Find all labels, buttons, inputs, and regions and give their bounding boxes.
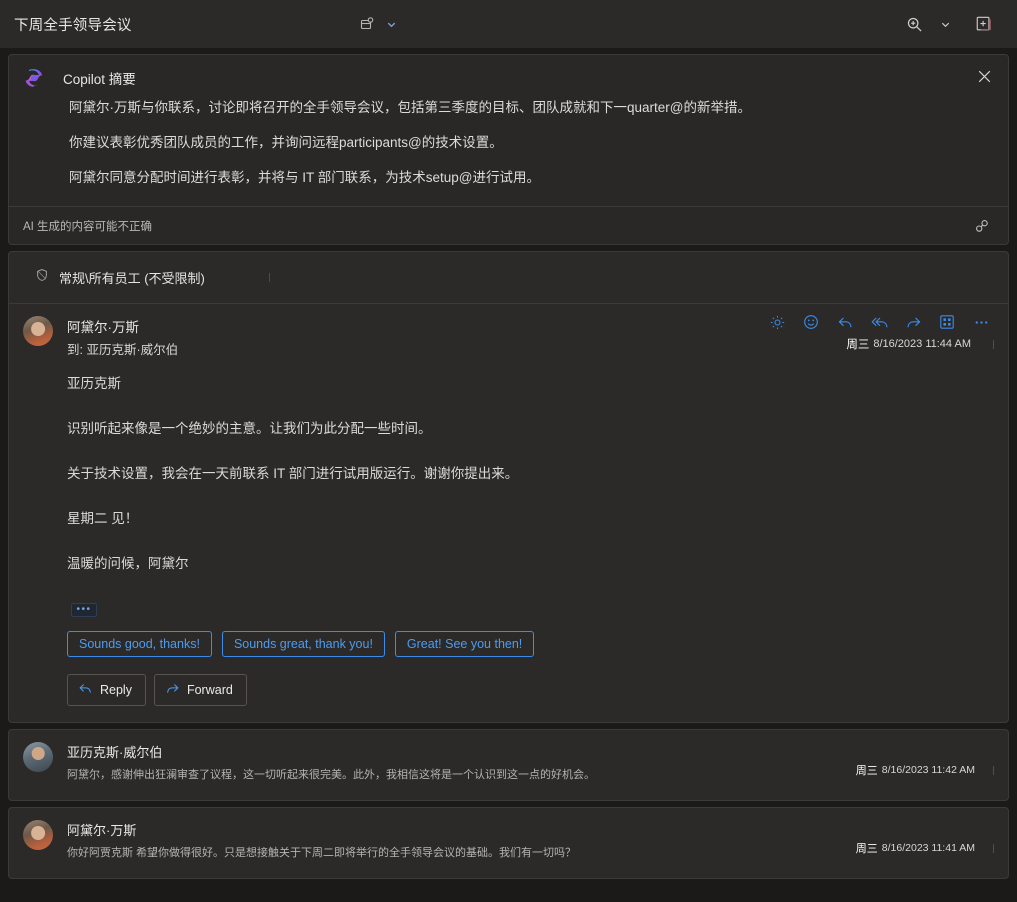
body-paragraph: 识别听起来像是一个绝妙的主意。让我们为此分配一些时间。	[67, 421, 432, 436]
copilot-title: Copilot 摘要	[63, 72, 136, 87]
message-timestamp: 周三 8/16/2023 11:41 AM	[856, 840, 994, 856]
copilot-summary-text: 阿黛尔·万斯与你联系，讨论即将召开的全手领导会议，包括第三季度的目标、团队成就和…	[9, 93, 1008, 206]
avatar[interactable]	[23, 316, 53, 346]
timestamp-day: 周三	[846, 339, 870, 351]
more-options-icon[interactable]	[968, 309, 994, 335]
reply-button-label: Reply	[100, 683, 132, 697]
copilot-summary-card: Copilot 摘要 阿黛尔·万斯与你联系，讨论即将召开的全手领导会议，包括第三…	[8, 54, 1009, 245]
forward-button[interactable]: Forward	[153, 674, 247, 706]
sender-name: 阿黛尔·万斯	[67, 823, 137, 838]
body-paragraph: 星期二 见！	[67, 511, 139, 526]
link-icon[interactable]	[970, 214, 994, 238]
zoom-chevron-down-icon[interactable]	[937, 16, 953, 32]
zoom-in-icon[interactable]	[901, 11, 927, 37]
suggested-reply-chip[interactable]: Sounds great, thank you!	[221, 631, 385, 657]
collapsed-message-text: 阿黛尔·万斯 你好阿贾克斯 希望你做得很好。只是想接触关于下周二即将举行的全手领…	[67, 820, 576, 860]
message-action-bar	[764, 309, 994, 335]
close-icon[interactable]	[970, 62, 998, 90]
avatar[interactable]	[23, 820, 53, 850]
outlook-reading-pane: 下周全手领导会议 Copilot 摘要 阿黛尔·万斯与你联系，讨论即将召开的全手…	[0, 0, 1017, 902]
copilot-card-header: Copilot 摘要	[9, 55, 1008, 93]
open-in-new-window-icon[interactable]	[971, 11, 997, 37]
apps-grid-icon[interactable]	[934, 309, 960, 335]
sensitivity-shield-icon	[35, 268, 49, 287]
emoji-icon[interactable]	[798, 309, 824, 335]
thread-toolbar: 下周全手领导会议	[0, 0, 1017, 48]
sensitivity-marker	[268, 273, 270, 282]
body-paragraph: 亚历克斯	[67, 376, 121, 391]
avatar[interactable]	[23, 742, 53, 772]
sender-block: 阿黛尔·万斯 到: 亚历克斯·威尔伯	[67, 316, 178, 358]
message-timestamp: 周三 8/16/2023 11:42 AM	[856, 762, 994, 778]
expand-quoted-text-button[interactable]: •••	[71, 603, 97, 617]
page-title: 下周全手领导会议	[14, 17, 132, 34]
forward-icon	[165, 681, 180, 699]
thread-scroll-region[interactable]: Copilot 摘要 阿黛尔·万斯与你联系，讨论即将召开的全手领导会议，包括第三…	[0, 48, 1017, 902]
copilot-card-footer: AI 生成的内容可能不正确	[9, 206, 1008, 244]
attachment-control-group	[354, 11, 400, 37]
message-header: 阿黛尔·万斯 到: 亚历克斯·威尔伯 周三 8/16/2023 11:44 AM	[9, 304, 1008, 358]
ai-disclaimer: AI 生成的内容可能不正确	[23, 220, 153, 233]
copilot-paragraph: 阿黛尔·万斯与你联系，讨论即将召开的全手领导会议，包括第三季度的目标、团队成就和…	[69, 100, 751, 115]
reply-icon	[78, 681, 93, 699]
message-timestamp: 周三 8/16/2023 11:44 AM	[846, 336, 994, 352]
timestamp-day: 周三	[855, 843, 878, 855]
timestamp-marker	[993, 339, 994, 349]
suggested-replies: Sounds good, thanks! Sounds great, thank…	[9, 621, 1008, 657]
message-preview: 你好阿贾克斯 希望你做得很好。只是想接触关于下周二即将举行的全手领导会议的基础。…	[67, 847, 577, 859]
suggested-reply-chip[interactable]: Great! See you then!	[394, 631, 535, 657]
sender-name: 亚历克斯·威尔伯	[67, 745, 163, 760]
attachment-card-icon[interactable]	[354, 11, 380, 37]
copilot-logo-icon	[23, 67, 45, 89]
timestamp-value: 8/16/2023 11:44 AM	[873, 338, 971, 350]
reply-button[interactable]: Reply	[67, 674, 146, 706]
forward-icon[interactable]	[900, 309, 926, 335]
sensitivity-label-text: 常规\所有员工 (不受限制)	[59, 271, 205, 286]
timestamp-value: 8/16/2023 11:42 AM	[881, 764, 975, 776]
expanded-message-card: 常规\所有员工 (不受限制) 阿黛尔·万斯 到: 亚历克斯·威尔伯 周三 8/1…	[8, 251, 1009, 723]
message-preview: 阿黛尔，感谢伸出狂澜审查了议程，这一切听起来很完美。此外，我相信这将是一个认识到…	[67, 769, 595, 781]
timestamp-day: 周三	[855, 765, 878, 777]
reply-forward-bar: Reply Forward	[9, 657, 1008, 722]
recipient-line: 到: 亚历克斯·威尔伯	[67, 343, 179, 357]
message-body: 亚历克斯 识别听起来像是一个绝妙的主意。让我们为此分配一些时间。 关于技术设置，…	[9, 358, 1008, 621]
toolbar-right-group	[901, 11, 1005, 37]
timestamp-value: 8/16/2023 11:41 AM	[881, 842, 975, 854]
sender-name[interactable]: 阿黛尔·万斯	[67, 316, 178, 336]
list-item[interactable]: 阿黛尔·万斯 你好阿贾克斯 希望你做得很好。只是想接触关于下周二即将举行的全手领…	[8, 807, 1009, 879]
sensitivity-label-bar[interactable]: 常规\所有员工 (不受限制)	[9, 252, 1008, 304]
brightness-icon[interactable]	[764, 309, 790, 335]
collapsed-message-text: 亚历克斯·威尔伯 阿黛尔，感谢伸出狂澜审查了议程，这一切听起来很完美。此外，我相…	[67, 742, 595, 782]
reply-all-icon[interactable]	[866, 309, 892, 335]
timestamp-marker	[993, 765, 994, 775]
list-item[interactable]: 亚历克斯·威尔伯 阿黛尔，感谢伸出狂澜审查了议程，这一切听起来很完美。此外，我相…	[8, 729, 1009, 801]
body-paragraph: 关于技术设置，我会在一天前联系 IT 部门进行试用版运行。谢谢你提出来。	[67, 466, 519, 481]
reply-icon[interactable]	[832, 309, 858, 335]
body-paragraph: 温暖的问候，阿黛尔	[67, 556, 189, 571]
copilot-paragraph: 你建议表彰优秀团队成员的工作，并询问远程participants@的技术设置。	[69, 135, 503, 150]
suggested-reply-chip[interactable]: Sounds good, thanks!	[67, 631, 212, 657]
chevron-down-icon[interactable]	[384, 16, 400, 32]
copilot-paragraph: 阿黛尔同意分配时间进行表彰，并将与 IT 部门联系，为技术setup@进行试用。	[69, 170, 540, 185]
timestamp-marker	[993, 843, 994, 853]
forward-button-label: Forward	[186, 683, 233, 697]
